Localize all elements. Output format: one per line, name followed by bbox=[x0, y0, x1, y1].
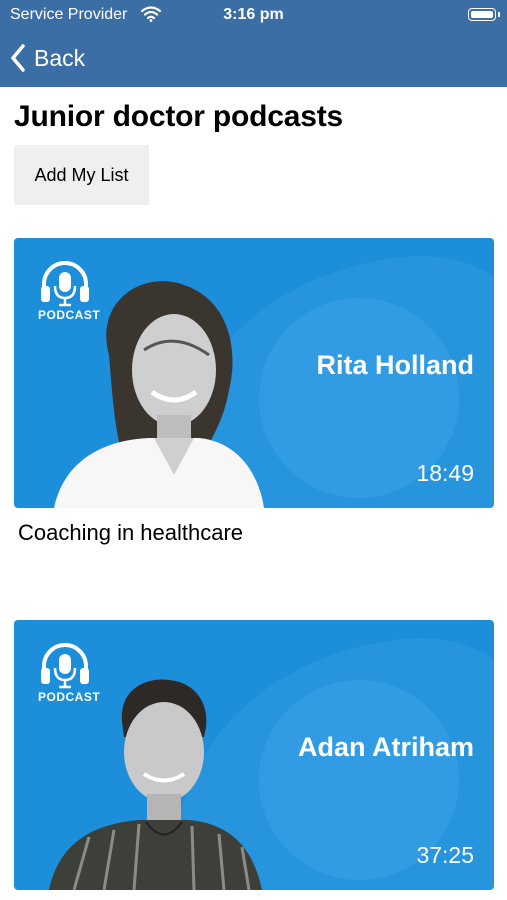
back-button[interactable]: Back bbox=[10, 42, 85, 74]
host-photo bbox=[54, 281, 264, 508]
host-photo bbox=[49, 679, 262, 890]
chevron-left-icon bbox=[11, 44, 25, 72]
clock: 3:16 pm bbox=[223, 6, 284, 23]
podcast-card[interactable]: PODCAST Rita Holland 18:49 bbox=[14, 238, 494, 508]
podcast-card[interactable]: PODCAST Adan Atriham 37:25 bbox=[14, 620, 494, 890]
add-my-list-button[interactable]: Add My List bbox=[14, 145, 149, 205]
episode-duration: 18:49 bbox=[416, 460, 474, 486]
nav-header: Service Provider 3:16 pm Back bbox=[0, 0, 507, 87]
episode-duration: 37:25 bbox=[416, 842, 474, 868]
page-title: Junior doctor podcasts bbox=[14, 100, 343, 133]
episode-title[interactable]: Coaching in healthcare bbox=[18, 520, 243, 546]
back-label: Back bbox=[34, 44, 86, 71]
battery-icon bbox=[468, 8, 500, 21]
host-name: Rita Holland bbox=[316, 350, 474, 380]
status-bar: Service Provider 3:16 pm bbox=[0, 0, 507, 30]
host-name: Adan Atriham bbox=[297, 732, 474, 762]
